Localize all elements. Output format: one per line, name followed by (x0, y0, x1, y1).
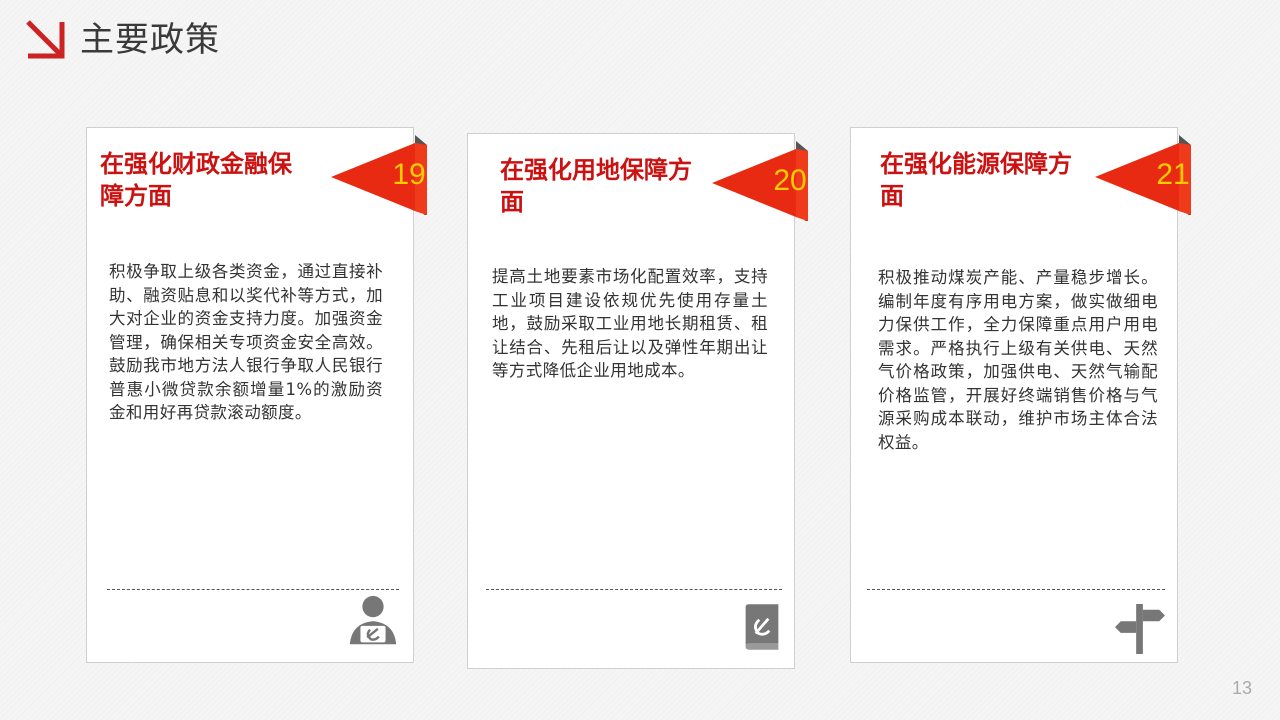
badge-number: 19 (392, 158, 426, 191)
page-number: 13 (1231, 678, 1252, 698)
page-title: 主要政策 (80, 20, 220, 60)
dashed-divider (486, 589, 782, 590)
badge-number: 21 (1156, 158, 1190, 191)
policy-card-energy: 在强化能源保障方面 21 积极推动煤炭产能、产量稳步增长。编制年度有序用电方案，… (850, 127, 1191, 663)
card-title: 在强化能源保障方面 (880, 150, 1072, 210)
card-title: 在强化财政金融保障方面 (100, 150, 292, 210)
card-body: 提高土地要素市场化配置效率，支持工业项目建设依规优先使用存量土地，鼓励采取工业用… (492, 267, 768, 380)
card-title: 在强化用地保障方面 (500, 156, 692, 216)
arrow-down-right-icon (26, 20, 65, 59)
party-emblem-book-icon (745, 604, 779, 650)
card-body: 积极争取上级各类资金，通过直接补助、融资贴息和以奖代补等方式，加大对企业的资金支… (109, 262, 383, 422)
number-badge: 19 (327, 135, 431, 215)
policy-card-finance: 在强化财政金融保障方面 19 积极争取上级各类资金，通过直接补助、融资贴息和以奖… (86, 127, 427, 663)
card-body: 积极推动煤炭产能、产量稳步增长。编制年度有序用电方案，做实做细电力保供工作，全力… (878, 268, 1158, 452)
dashed-divider (107, 589, 399, 590)
badge-number: 20 (773, 164, 807, 197)
person-with-party-emblem-icon (349, 595, 397, 645)
policy-card-land: 在强化用地保障方面 20 提高土地要素市场化配置效率，支持工业项目建设依规优先使… (467, 133, 808, 669)
number-badge: 20 (708, 141, 812, 221)
number-badge: 21 (1091, 135, 1195, 215)
dashed-divider (867, 589, 1165, 590)
signpost-icon (1115, 604, 1165, 654)
